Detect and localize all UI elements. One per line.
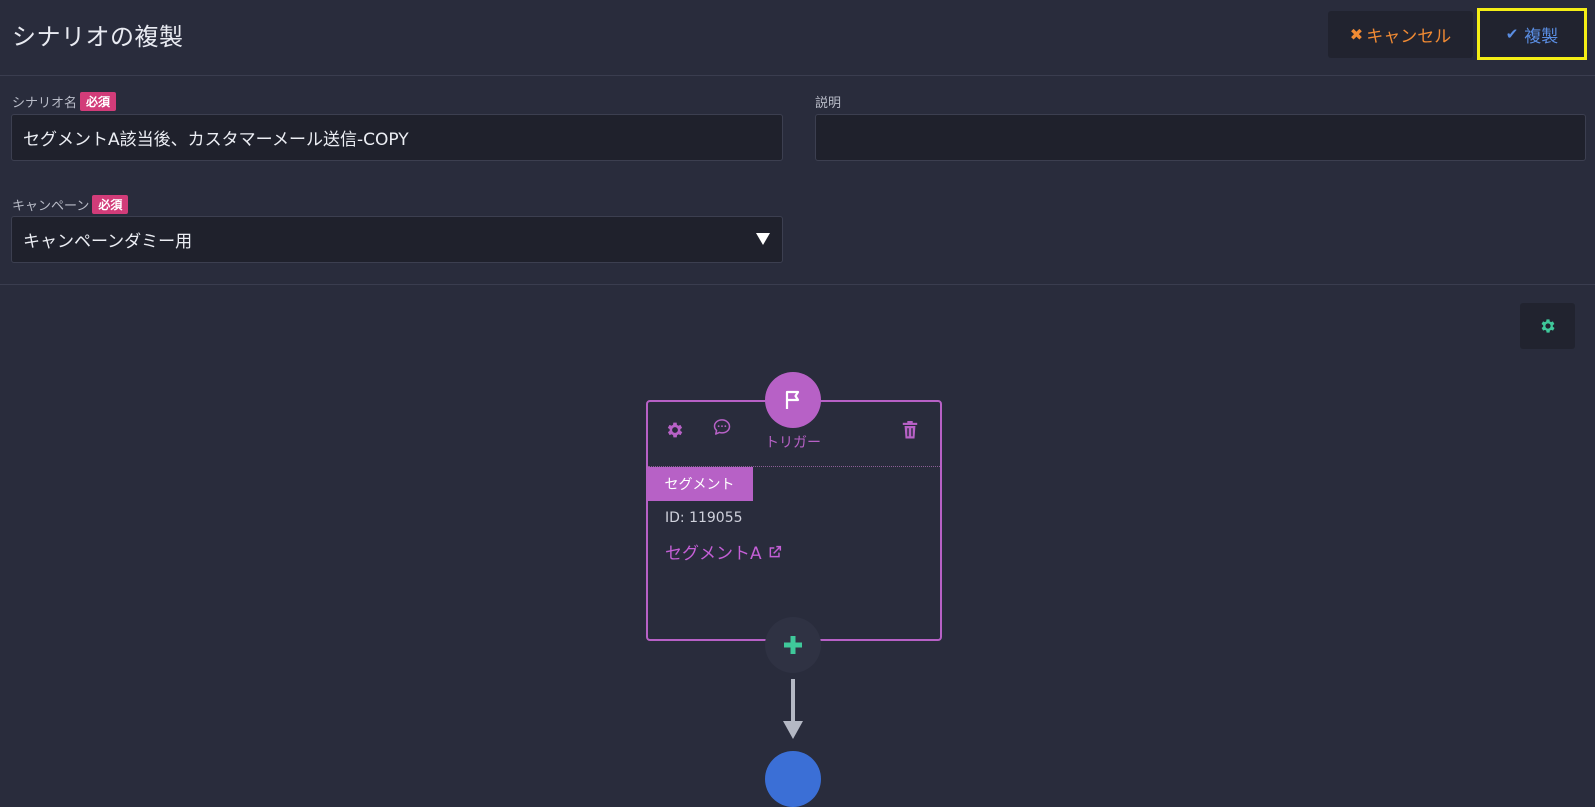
- next-node-circle[interactable]: [765, 751, 821, 807]
- segment-name: セグメントA: [665, 544, 762, 564]
- add-node-button[interactable]: [765, 617, 821, 673]
- segment-id: ID: 119055: [665, 510, 743, 526]
- campaign-select[interactable]: キャンペーンダミー用: [11, 216, 783, 263]
- canvas-settings-button[interactable]: [1520, 303, 1575, 349]
- scenario-name-input[interactable]: セグメントA該当後、カスタマーメール送信-COPY: [11, 114, 783, 161]
- trigger-label: トリガー: [765, 435, 821, 451]
- external-link-icon: [769, 545, 781, 557]
- node-delete-button[interactable]: [899, 419, 921, 441]
- campaign-label-row: キャンペーン 必須: [12, 195, 129, 214]
- segment-tag: セグメント: [646, 467, 753, 501]
- required-badge: 必須: [80, 92, 117, 111]
- close-icon: ✖: [1349, 25, 1364, 44]
- flow-arrow-head: [783, 721, 803, 739]
- required-badge: 必須: [92, 195, 129, 214]
- trigger-node-icon[interactable]: [765, 372, 821, 428]
- cancel-label: キャンセル: [1366, 27, 1452, 47]
- scenario-form: シナリオ名 必須 セグメントA該当後、カスタマーメール送信-COPY 説明 キャ…: [0, 76, 1595, 285]
- comment-icon: [713, 419, 731, 435]
- scenario-name-label-row: シナリオ名 必須: [12, 92, 117, 111]
- description-label-row: 説明: [815, 92, 841, 111]
- scenario-name-label: シナリオ名: [12, 96, 78, 111]
- scenario-name-value: セグメントA該当後、カスタマーメール送信-COPY: [23, 130, 409, 150]
- plus-icon: [784, 636, 802, 654]
- gear-icon: [1541, 319, 1555, 333]
- flag-icon: [785, 390, 800, 409]
- cancel-button[interactable]: ✖ キャンセル: [1328, 11, 1473, 58]
- caret-down-icon: [756, 233, 770, 245]
- copy-label: 複製: [1524, 26, 1559, 47]
- page-header: シナリオの複製 ✖ キャンセル ✔ 複製: [0, 0, 1595, 76]
- copy-button[interactable]: ✔ 複製: [1477, 8, 1587, 60]
- check-icon: ✔: [1505, 25, 1519, 43]
- campaign-value: キャンペーンダミー用: [23, 232, 193, 252]
- flow-arrow-line: [791, 679, 795, 723]
- trash-icon: [902, 421, 918, 439]
- description-input[interactable]: [815, 114, 1586, 161]
- page-title: シナリオの複製: [12, 23, 184, 51]
- node-settings-button[interactable]: [664, 419, 686, 441]
- gear-icon: [667, 422, 683, 438]
- campaign-label: キャンペーン: [12, 199, 90, 214]
- segment-link[interactable]: セグメントA: [665, 539, 783, 564]
- description-label: 説明: [815, 96, 842, 111]
- node-comment-button[interactable]: [711, 416, 733, 438]
